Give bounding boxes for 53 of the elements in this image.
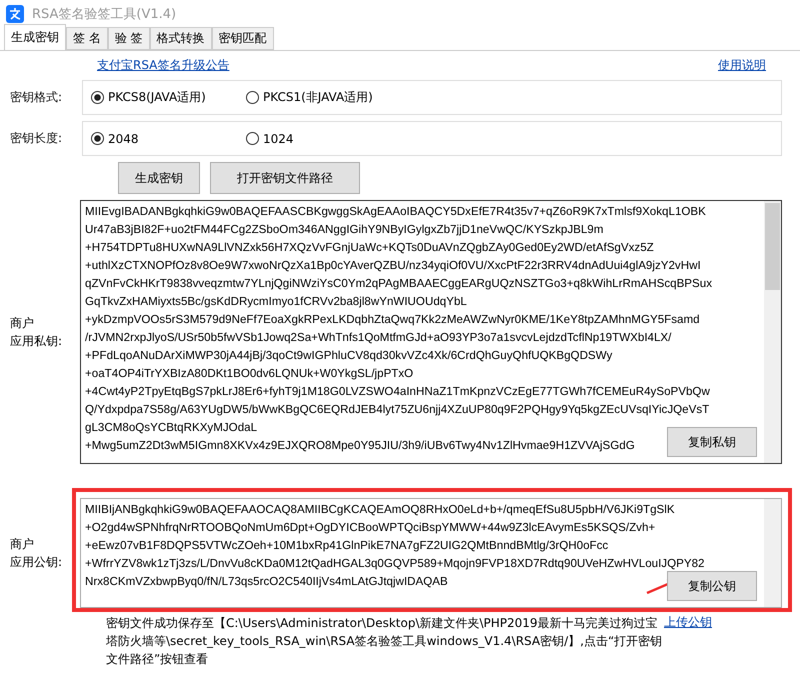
key-line: +oaT4OP4iTrYXBIzA80DKt1BO0dv6LQNUk+W0YkgSL/jpPTxO xyxy=(85,366,414,382)
key-line: qZVnFvCkHKrT9838vveqzmtw7YLnjQgiNWziYsC0Ym2qPAgMBAAECggEARgUQzNSZTGo3+q8kWihLrRmAHScqBPSux xyxy=(85,276,712,292)
radio-option[interactable]: PKCS1(非JAVA适用) xyxy=(246,89,401,106)
radio-label: PKCS8(JAVA适用) xyxy=(108,89,206,106)
copy-button[interactable]: 复制公钥 xyxy=(667,571,757,601)
tab[interactable]: 格式转换 xyxy=(150,27,212,50)
radio-option[interactable]: 2048 xyxy=(91,132,246,146)
radio-icon[interactable] xyxy=(246,132,259,145)
action-button[interactable]: 生成密钥 xyxy=(118,162,200,194)
key-line: MIIBIjANBgkqhkiG9w0BAQEFAAOCAQ8AMIIBCgKCAQEAmOQ8RHxO0eLd+b+/qmeqEfSu8U5pbH/V6JKi9TgSlK xyxy=(85,502,675,518)
key-line: +Mwg5umZ2Dt3wM5IGmn8XKVx4z9EJXQRO8Mpe0Y95JIU/3h9/iUBv6Twy4Nv1ZlHvmae9H1ZVVAjSGdG xyxy=(85,438,635,454)
window-title: RSA签名验签工具(V1.4) xyxy=(32,6,176,23)
key-line: +4Cwt4yP2TpyEtqBgS7pkLrJ8Er6+fyhT9j1M18G0LVZSWO4aInHNaZ1TmKpnzVCzEgE77TGWh7fCEMEuR4ySoPVbQw xyxy=(85,384,710,400)
key-line: +O2gd4wSPNhfrqNrRTOOBQoNmUm6Dpt+OgDYICBooWPTQciBspYMWW+44w9Z3lcEAvymEs5KSQS/Zvh+ xyxy=(85,520,656,536)
tab[interactable]: 签 名 xyxy=(66,27,108,50)
key-label: 商户 应用公钥: xyxy=(10,536,64,571)
key-line: +uthlXzCTXNOPfOz8v8Oe9W7xwoNrQzXa1Bp0cYAverQZBU/nz34yqiOf0VU/XxcPtF22r3RRV4dnAdUui4glA9jzY2vHwI xyxy=(85,258,701,274)
action-button[interactable]: 打开密钥文件路径 xyxy=(210,162,360,194)
key-line: +WfrrYZV8wk1zTj3zs/L/DnvVu8cKDa0M12tQadHGAL3q0GQVP589+Mqojn9FVP18XD7Rdtq90UVeHZwHVLouIJQPY82 xyxy=(85,556,704,572)
notice-link[interactable]: 支付宝RSA签名升级公告 xyxy=(97,57,230,74)
key-line: /rJVMN2rxpJlyoS/USr50b5fwVSb1Jowq2Sa+WhTnfs1QoMtfmGJd+aO93YP3o7a1svcvLejdzdTcflNp19TWXbI4LX/ xyxy=(85,330,672,346)
key-line: Ur47aB3jBI82F+uo2tFM44FCg2ZSboOm346ANggIGihY9NByIGylgxZb7jjD1neVwQC/KYSzkpJBL9m xyxy=(85,222,604,238)
tab[interactable]: 生成密钥 xyxy=(4,24,66,50)
key-line: +ykDzmpVOOs5rS3M579d9NeFf7EoaXgkRPexLKDqbhZtaQwq7Kk2zMeAWZwNyr0KME/1KeY8tpZAMhnMGY5Fsamd xyxy=(85,312,700,328)
radio-label: PKCS1(非JAVA适用) xyxy=(263,89,373,106)
copy-button[interactable]: 复制私钥 xyxy=(667,427,757,457)
key-line: +PFdLqoANuDArXiMWP30jA44jBj/3qoCt9wIGPhluCV8qd30kvVZc4Xk/6CrdQhGuyQhfUQKBgQDSWy xyxy=(85,348,612,364)
key-line: gL3CM8oQsYCBtqRKXyMJOdaL xyxy=(85,420,258,436)
radio-icon[interactable] xyxy=(91,132,104,145)
scrollbar[interactable] xyxy=(764,499,781,607)
radio-label: 1024 xyxy=(263,132,294,146)
radio-option[interactable]: PKCS8(JAVA适用) xyxy=(91,89,246,106)
scrollbar[interactable] xyxy=(764,201,781,463)
radio-icon[interactable] xyxy=(246,91,259,104)
radio-option[interactable]: 1024 xyxy=(246,132,401,146)
tab[interactable]: 验 签 xyxy=(108,27,150,50)
field-label: 密钥格式: xyxy=(10,89,64,106)
key-text-area[interactable] xyxy=(80,200,782,464)
key-line: GqTkvZxHAMiyxts5Bc/gsKdDRycmImyo1fCRVv2ba8jl8wYnWIUOUdqYbL xyxy=(85,294,467,310)
key-line: Nrx8CKmVZxbwpByq0/fN/L73qs5rcO2C540IIjVs4mLAtGJtqjwIDAQAB xyxy=(85,574,448,590)
upload-link[interactable]: 上传公钥 xyxy=(664,614,712,631)
status-message: 密钥文件成功保存至【C:\Users\Administrator\Desktop\新建文件夹\PHP2019最新十马完美过狗过宝 塔防火墙等\secret_key_tools_RSA_win\RSA签名验签工具windows_V1.4\RSA密钥/】,点击“打开密钥 文件路径”按钮查看 xyxy=(106,615,662,668)
radio-label: 2048 xyxy=(108,132,139,146)
key-label: 商户 应用私钥: xyxy=(10,315,64,350)
app-logo-icon xyxy=(6,5,24,23)
key-line: +H754TDPTu8HUXwNA9LlVNZxk56H7XQzVvFGnjUaWc+KQTs0DuAVnZQgbZAy0Ged0Ey2WD/etAfSgVxz5Z xyxy=(85,240,654,256)
key-line: +eEwz07vB1F8DQPS5VTWcZOeh+10M1bxRp41GlnPikE7NA7gFZ2UIG2QMtBnndBMtlg/3rQH0oFcc xyxy=(85,538,608,554)
field-label: 密钥长度: xyxy=(10,130,64,147)
help-link[interactable]: 使用说明 xyxy=(718,57,766,74)
key-line: MIIEvgIBADANBgkqhkiG9w0BAQEFAASCBKgwggSkAgEAAoIBAQCY5DxEfE7R4t35v7+qZ6oR9K7xTmlsf9XokqL1OBK xyxy=(85,204,706,220)
key-line: Q/Ydxpdpa7S58g/A63YUgDW5/bWwKBgQC6EQRdJEB4lyt75ZU6njj4XZuUP80q9F2PQHgy9Yq5kgZEcUVsqIYicJQeVsT xyxy=(85,402,710,418)
radio-icon[interactable] xyxy=(91,91,104,104)
tab[interactable]: 密钥匹配 xyxy=(212,27,274,50)
